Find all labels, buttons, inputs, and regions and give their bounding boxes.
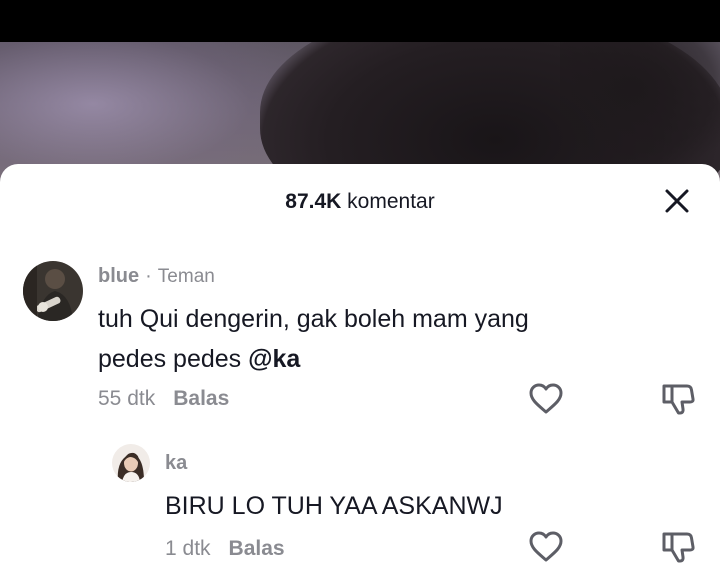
screen: 87.4K komentar blue · Teman tuh Qui deng… bbox=[0, 0, 720, 583]
video-background[interactable] bbox=[0, 42, 720, 182]
comment-meta: 55 dtk Balas bbox=[98, 387, 229, 411]
heart-outline-icon bbox=[529, 531, 563, 562]
reply-text: BIRU LO TUH YAA ASKANWJ bbox=[165, 492, 503, 520]
dislike-button[interactable] bbox=[660, 381, 696, 417]
status-bar bbox=[0, 0, 720, 42]
close-button[interactable] bbox=[662, 186, 692, 216]
reply-author-name[interactable]: ka bbox=[165, 452, 187, 474]
friend-badge: Teman bbox=[157, 266, 215, 287]
video-dark-hair-right bbox=[560, 42, 720, 172]
reply-button[interactable]: Balas bbox=[173, 387, 229, 410]
comment-text-line2: pedes pedes @ka bbox=[98, 339, 529, 379]
author-separator: · bbox=[145, 265, 152, 287]
reply-meta: 1 dtk Balas bbox=[165, 537, 285, 561]
comment-text: tuh Qui dengerin, gak boleh mam yang ped… bbox=[98, 299, 529, 379]
reply-author-line: ka bbox=[165, 452, 187, 475]
reply-reply-button[interactable]: Balas bbox=[229, 537, 285, 560]
reply-item: ka BIRU LO TUH YAA ASKANWJ 1 dtk Balas bbox=[0, 444, 720, 583]
reply-like-button[interactable] bbox=[528, 529, 564, 565]
comment-item: blue · Teman tuh Qui dengerin, gak boleh m… bbox=[0, 259, 720, 419]
heart-outline-icon bbox=[529, 383, 563, 414]
reply-avatar[interactable] bbox=[112, 444, 150, 482]
reply-timestamp: 1 dtk bbox=[165, 537, 211, 560]
mention-link[interactable]: @ka bbox=[248, 345, 300, 373]
comments-header-title: 87.4K komentar bbox=[0, 190, 720, 214]
close-icon bbox=[665, 189, 689, 213]
comment-author-line: blue · Teman bbox=[98, 265, 215, 288]
comment-count: 87.4K bbox=[285, 190, 342, 213]
comment-author-name[interactable]: blue bbox=[98, 265, 139, 287]
comments-sheet: 87.4K komentar blue · Teman tuh Qui deng… bbox=[0, 164, 720, 583]
thumbs-down-icon bbox=[662, 532, 695, 563]
comment-count-label: komentar bbox=[347, 190, 435, 213]
comment-timestamp: 55 dtk bbox=[98, 387, 156, 410]
reply-dislike-button[interactable] bbox=[660, 529, 696, 565]
thumbs-down-icon bbox=[662, 384, 695, 415]
like-button[interactable] bbox=[528, 381, 564, 417]
comment-text-line2-body: pedes pedes bbox=[98, 345, 249, 373]
comment-text-line1: tuh Qui dengerin, gak boleh mam yang bbox=[98, 305, 529, 333]
avatar[interactable] bbox=[23, 261, 83, 321]
